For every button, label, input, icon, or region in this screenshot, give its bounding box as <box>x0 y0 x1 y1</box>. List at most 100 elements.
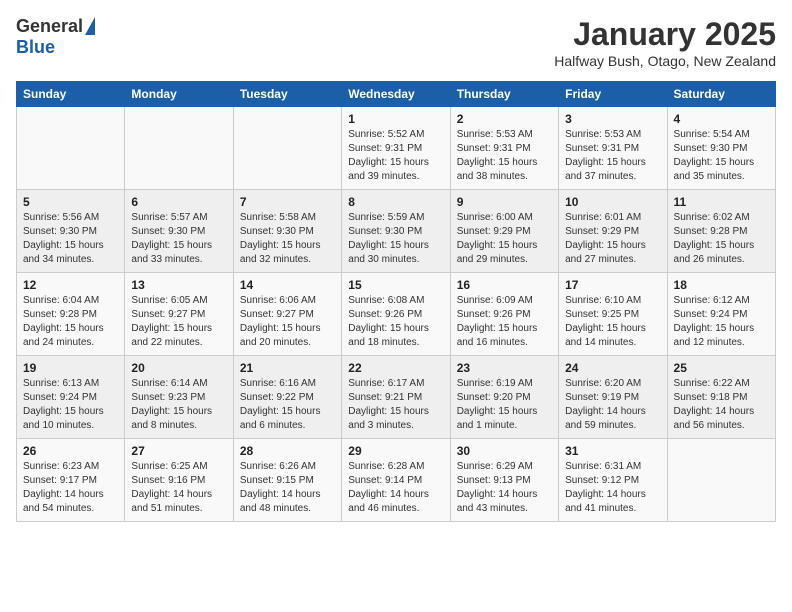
header-cell-friday: Friday <box>559 82 667 107</box>
day-cell: 17Sunrise: 6:10 AM Sunset: 9:25 PM Dayli… <box>559 273 667 356</box>
day-info: Sunrise: 5:54 AM Sunset: 9:30 PM Dayligh… <box>674 128 769 184</box>
day-cell: 20Sunrise: 6:14 AM Sunset: 9:23 PM Dayli… <box>125 356 233 439</box>
day-number: 1 <box>348 112 443 126</box>
day-cell: 28 Sunrise: 6:26 AM Sunset: 9:15 PM Dayli… <box>233 439 341 522</box>
day-number: 11 <box>674 195 769 209</box>
day-number: 2 <box>457 112 552 126</box>
day-info: Sunrise: 6:23 AM Sunset: 9:17 PM Dayligh… <box>23 460 118 516</box>
day-cell: 4 Sunrise: 5:54 AM Sunset: 9:30 PM Daylig… <box>667 107 775 190</box>
day-info: Sunrise: 6:22 AM Sunset: 9:18 PM Dayligh… <box>674 377 769 433</box>
header-cell-monday: Monday <box>125 82 233 107</box>
day-number: 9 <box>457 195 552 209</box>
day-cell <box>667 439 775 522</box>
day-number: 19 <box>23 361 118 375</box>
day-cell: 12 Sunrise: 6:04 AM Sunset: 9:28 PM Dayli… <box>17 273 125 356</box>
day-cell: 13 Sunrise: 6:05 AM Sunset: 9:27 PM Dayli… <box>125 273 233 356</box>
day-cell <box>125 107 233 190</box>
day-cell: 8 Sunrise: 5:59 AM Sunset: 9:30 PM Daylig… <box>342 190 450 273</box>
day-info: Sunrise: 6:09 AM Sunset: 9:26 PM Dayligh… <box>457 294 552 350</box>
day-cell: 22Sunrise: 6:17 AM Sunset: 9:21 PM Dayli… <box>342 356 450 439</box>
day-number: 31 <box>565 444 660 458</box>
week-row-4: 19 Sunrise: 6:13 AM Sunset: 9:24 PM Dayli… <box>17 356 776 439</box>
day-cell: 7 Sunrise: 5:58 AM Sunset: 9:30 PM Daylig… <box>233 190 341 273</box>
day-cell: 21Sunrise: 6:16 AM Sunset: 9:22 PM Dayli… <box>233 356 341 439</box>
day-number: 28 <box>240 444 335 458</box>
day-cell <box>17 107 125 190</box>
day-number: 13 <box>131 278 226 292</box>
logo: General Blue <box>16 16 95 58</box>
day-number: 18 <box>674 278 769 292</box>
day-info: Sunrise: 5:57 AM Sunset: 9:30 PM Dayligh… <box>131 211 226 267</box>
week-row-2: 5 Sunrise: 5:56 AM Sunset: 9:30 PM Daylig… <box>17 190 776 273</box>
logo-blue-text: Blue <box>16 37 55 58</box>
day-cell: 10 Sunrise: 6:01 AM Sunset: 9:29 PM Dayli… <box>559 190 667 273</box>
day-info: Sunrise: 5:53 AM Sunset: 9:31 PM Dayligh… <box>457 128 552 184</box>
day-cell: 16 Sunrise: 6:09 AM Sunset: 9:26 PM Dayli… <box>450 273 558 356</box>
day-number: 24 <box>565 361 660 375</box>
day-cell: 2 Sunrise: 5:53 AM Sunset: 9:31 PM Daylig… <box>450 107 558 190</box>
month-title: January 2025 <box>554 16 776 53</box>
day-cell: 24 Sunrise: 6:20 AM Sunset: 9:19 PM Dayli… <box>559 356 667 439</box>
day-cell: 5 Sunrise: 5:56 AM Sunset: 9:30 PM Daylig… <box>17 190 125 273</box>
day-number: 10 <box>565 195 660 209</box>
location: Halfway Bush, Otago, New Zealand <box>554 53 776 69</box>
day-number: 4 <box>674 112 769 126</box>
header-cell-sunday: Sunday <box>17 82 125 107</box>
day-cell: 31Sunrise: 6:31 AM Sunset: 9:12 PM Dayli… <box>559 439 667 522</box>
day-cell: 25Sunrise: 6:22 AM Sunset: 9:18 PM Dayli… <box>667 356 775 439</box>
day-cell: 9Sunrise: 6:00 AM Sunset: 9:29 PM Daylig… <box>450 190 558 273</box>
logo-general-text: General <box>16 16 83 37</box>
day-number: 16 <box>457 278 552 292</box>
day-info: Sunrise: 6:13 AM Sunset: 9:24 PM Dayligh… <box>23 377 118 433</box>
header-cell-tuesday: Tuesday <box>233 82 341 107</box>
day-info: Sunrise: 6:01 AM Sunset: 9:29 PM Dayligh… <box>565 211 660 267</box>
header-cell-wednesday: Wednesday <box>342 82 450 107</box>
day-cell: 3Sunrise: 5:53 AM Sunset: 9:31 PM Daylig… <box>559 107 667 190</box>
day-number: 30 <box>457 444 552 458</box>
header-cell-saturday: Saturday <box>667 82 775 107</box>
day-cell: 18 Sunrise: 6:12 AM Sunset: 9:24 PM Dayli… <box>667 273 775 356</box>
day-info: Sunrise: 5:59 AM Sunset: 9:30 PM Dayligh… <box>348 211 443 267</box>
day-cell: 6Sunrise: 5:57 AM Sunset: 9:30 PM Daylig… <box>125 190 233 273</box>
day-cell: 15Sunrise: 6:08 AM Sunset: 9:26 PM Dayli… <box>342 273 450 356</box>
day-cell: 27 Sunrise: 6:25 AM Sunset: 9:16 PM Dayli… <box>125 439 233 522</box>
day-cell: 11 Sunrise: 6:02 AM Sunset: 9:28 PM Dayli… <box>667 190 775 273</box>
day-info: Sunrise: 5:58 AM Sunset: 9:30 PM Dayligh… <box>240 211 335 267</box>
day-cell: 14 Sunrise: 6:06 AM Sunset: 9:27 PM Dayli… <box>233 273 341 356</box>
day-number: 17 <box>565 278 660 292</box>
day-number: 14 <box>240 278 335 292</box>
day-info: Sunrise: 6:06 AM Sunset: 9:27 PM Dayligh… <box>240 294 335 350</box>
day-number: 8 <box>348 195 443 209</box>
page-header: General Blue January 2025 Halfway Bush, … <box>16 16 776 69</box>
title-area: January 2025 Halfway Bush, Otago, New Ze… <box>554 16 776 69</box>
day-cell: 26 Sunrise: 6:23 AM Sunset: 9:17 PM Dayli… <box>17 439 125 522</box>
day-cell: 29Sunrise: 6:28 AM Sunset: 9:14 PM Dayli… <box>342 439 450 522</box>
week-row-1: 1Sunrise: 5:52 AM Sunset: 9:31 PM Daylig… <box>17 107 776 190</box>
day-cell: 1Sunrise: 5:52 AM Sunset: 9:31 PM Daylig… <box>342 107 450 190</box>
day-number: 12 <box>23 278 118 292</box>
week-row-3: 12 Sunrise: 6:04 AM Sunset: 9:28 PM Dayli… <box>17 273 776 356</box>
day-info: Sunrise: 6:16 AM Sunset: 9:22 PM Dayligh… <box>240 377 335 433</box>
header-row: SundayMondayTuesdayWednesdayThursdayFrid… <box>17 82 776 107</box>
day-info: Sunrise: 6:14 AM Sunset: 9:23 PM Dayligh… <box>131 377 226 433</box>
day-info: Sunrise: 6:26 AM Sunset: 9:15 PM Dayligh… <box>240 460 335 516</box>
day-number: 26 <box>23 444 118 458</box>
day-cell: 30 Sunrise: 6:29 AM Sunset: 9:13 PM Dayli… <box>450 439 558 522</box>
day-cell: 23Sunrise: 6:19 AM Sunset: 9:20 PM Dayli… <box>450 356 558 439</box>
day-number: 22 <box>348 361 443 375</box>
day-info: Sunrise: 6:02 AM Sunset: 9:28 PM Dayligh… <box>674 211 769 267</box>
header-cell-thursday: Thursday <box>450 82 558 107</box>
day-number: 23 <box>457 361 552 375</box>
calendar-header: SundayMondayTuesdayWednesdayThursdayFrid… <box>17 82 776 107</box>
day-info: Sunrise: 6:04 AM Sunset: 9:28 PM Dayligh… <box>23 294 118 350</box>
day-number: 7 <box>240 195 335 209</box>
day-info: Sunrise: 6:12 AM Sunset: 9:24 PM Dayligh… <box>674 294 769 350</box>
day-info: Sunrise: 6:29 AM Sunset: 9:13 PM Dayligh… <box>457 460 552 516</box>
day-info: Sunrise: 6:25 AM Sunset: 9:16 PM Dayligh… <box>131 460 226 516</box>
day-info: Sunrise: 6:05 AM Sunset: 9:27 PM Dayligh… <box>131 294 226 350</box>
day-info: Sunrise: 5:56 AM Sunset: 9:30 PM Dayligh… <box>23 211 118 267</box>
day-number: 5 <box>23 195 118 209</box>
day-info: Sunrise: 6:08 AM Sunset: 9:26 PM Dayligh… <box>348 294 443 350</box>
day-number: 27 <box>131 444 226 458</box>
day-info: Sunrise: 6:20 AM Sunset: 9:19 PM Dayligh… <box>565 377 660 433</box>
